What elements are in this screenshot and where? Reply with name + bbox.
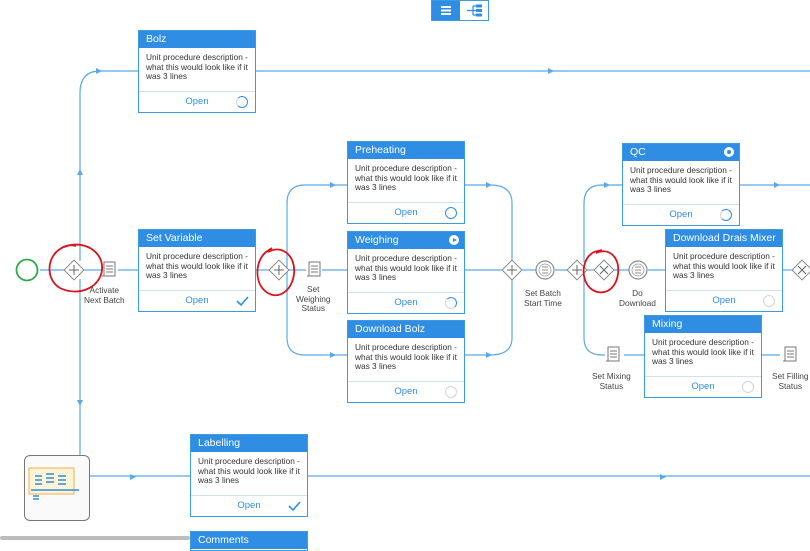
- card-footer: Open: [623, 204, 739, 225]
- check-icon: [288, 500, 301, 512]
- card-comments[interactable]: Comments: [190, 531, 308, 551]
- start-event-icon[interactable]: [15, 258, 39, 282]
- parallel-gateway-icon[interactable]: [63, 259, 85, 281]
- card-description: Unit procedure description - what this w…: [652, 337, 754, 367]
- horizontal-scrollbar[interactable]: [0, 536, 190, 540]
- parallel-gateway-icon[interactable]: [501, 259, 523, 281]
- in-progress-icon: [720, 209, 732, 221]
- card-title: Bolz: [139, 31, 255, 48]
- record-icon[interactable]: [724, 147, 734, 157]
- task-label: Do Download: [619, 288, 656, 308]
- card-footer: Open: [191, 495, 307, 516]
- list-view-button[interactable]: [432, 1, 460, 20]
- task-label: Set Filling Status: [772, 371, 809, 391]
- card-title: QC: [623, 144, 739, 161]
- card-description: Unit procedure description - what this w…: [673, 251, 775, 281]
- card-description: Unit procedure description - what this w…: [198, 456, 300, 486]
- card-footer: Open: [348, 292, 464, 313]
- view-toggle: [431, 0, 489, 21]
- card-qc[interactable]: QC Unit procedure description - what thi…: [622, 143, 740, 226]
- card-labelling[interactable]: Labelling Unit procedure description - w…: [190, 434, 308, 517]
- card-title: Preheating: [348, 142, 464, 159]
- minimap[interactable]: [24, 455, 90, 521]
- card-preheating[interactable]: Preheating Unit procedure description - …: [347, 141, 465, 224]
- card-description: Unit procedure description - what this w…: [146, 251, 248, 281]
- card-footer: Open: [139, 290, 255, 311]
- card-weighing[interactable]: Weighing Unit procedure description - wh…: [347, 231, 465, 314]
- card-title: Mixing: [645, 316, 761, 333]
- not-started-icon: [445, 386, 457, 398]
- list-view-icon: [441, 6, 451, 15]
- card-description: Unit procedure description - what this w…: [355, 163, 457, 193]
- card-footer: Open: [348, 381, 464, 402]
- card-description: Unit procedure description - what this w…: [146, 52, 248, 82]
- card-description: Unit procedure description - what this w…: [630, 165, 732, 195]
- card-title: Weighing: [348, 232, 464, 249]
- task-label: Set Mixing Status: [592, 371, 631, 391]
- tree-view-button[interactable]: [461, 1, 489, 20]
- card-title: Labelling: [191, 435, 307, 452]
- in-progress-icon: [445, 207, 457, 219]
- task-label: Set Weighing Status: [296, 284, 331, 313]
- script-task-icon[interactable]: [783, 346, 797, 362]
- card-footer: Open: [666, 290, 782, 311]
- minimap-preview-icon: [28, 467, 79, 500]
- card-bolz[interactable]: Bolz Unit procedure description - what t…: [138, 30, 256, 113]
- exclusive-gateway-icon[interactable]: [791, 259, 810, 281]
- not-started-icon: [742, 381, 754, 393]
- task-label: Set Batch Start Time: [524, 288, 562, 308]
- card-footer: Open: [139, 91, 255, 112]
- card-mixing[interactable]: Mixing Unit procedure description - what…: [644, 315, 762, 398]
- play-icon[interactable]: [449, 235, 459, 245]
- card-description: Unit procedure description - what this w…: [355, 342, 457, 372]
- card-download-drais-mixer[interactable]: Download Drais Mixer Unit procedure desc…: [665, 229, 783, 312]
- card-description: Unit procedure description - what this w…: [355, 253, 457, 283]
- card-footer: Open: [645, 376, 761, 397]
- not-started-icon: [763, 295, 775, 307]
- card-set-variable[interactable]: Set Variable Unit procedure description …: [138, 229, 256, 312]
- card-title: Set Variable: [139, 230, 255, 247]
- script-task-icon[interactable]: [606, 346, 620, 362]
- timer-task-icon[interactable]: [535, 260, 555, 280]
- parallel-gateway-icon[interactable]: [268, 259, 290, 281]
- in-progress-icon: [236, 96, 248, 108]
- exclusive-gateway-icon[interactable]: [593, 259, 615, 281]
- script-task-icon[interactable]: [102, 261, 116, 277]
- download-task-icon[interactable]: [628, 260, 648, 280]
- card-title-text: Weighing: [355, 234, 399, 246]
- check-icon: [236, 295, 249, 307]
- task-label: Activate Next Batch: [84, 285, 125, 305]
- script-task-icon[interactable]: [307, 261, 321, 277]
- card-download-bolz[interactable]: Download Bolz Unit procedure description…: [347, 320, 465, 403]
- card-title-text: QC: [630, 146, 646, 158]
- card-footer: Open: [348, 202, 464, 223]
- card-title: Download Bolz: [348, 321, 464, 338]
- in-progress-icon: [445, 297, 457, 309]
- tree-view-icon: [467, 4, 482, 17]
- card-title: Download Drais Mixer: [666, 230, 782, 247]
